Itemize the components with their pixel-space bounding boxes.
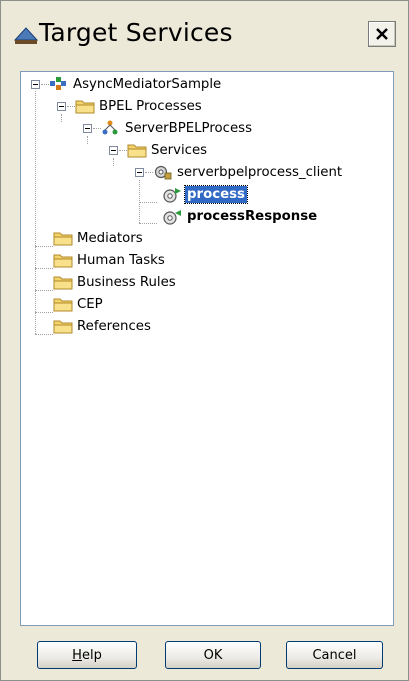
collapse-toggle[interactable] <box>57 102 66 111</box>
tree-node-business-rules[interactable]: Business Rules <box>77 274 176 291</box>
collapse-toggle[interactable] <box>135 168 144 177</box>
collapse-toggle[interactable] <box>31 80 40 89</box>
collapse-toggle[interactable] <box>83 124 92 133</box>
folder-icon <box>53 276 73 290</box>
ok-button[interactable]: OK <box>165 641 261 669</box>
tree-connector <box>145 172 153 173</box>
help-button-label: elp <box>81 647 102 663</box>
folder-icon <box>53 254 73 268</box>
tree-connector <box>35 312 36 334</box>
tree-node-process[interactable]: process <box>184 185 248 204</box>
tree-node-bpel-processes[interactable]: BPEL Processes <box>99 98 202 115</box>
close-button[interactable] <box>368 21 396 47</box>
folder-icon <box>53 320 73 334</box>
tree-connector <box>93 128 101 129</box>
folder-icon <box>75 100 95 114</box>
cancel-button-label: Cancel <box>312 647 357 663</box>
tree-node-root[interactable]: AsyncMediatorSample <box>73 76 221 93</box>
tree-connector <box>113 158 114 166</box>
tree-node-services[interactable]: Services <box>151 142 207 159</box>
tree-node-cep[interactable]: CEP <box>77 296 103 313</box>
title-bar: Target Services <box>1 1 408 63</box>
ok-button-label: OK <box>203 647 223 663</box>
folder-icon <box>127 144 147 158</box>
tree-node-references[interactable]: References <box>77 318 151 335</box>
tree-node-client[interactable]: serverbpelprocess_client <box>177 164 342 181</box>
dialog-arrow-icon <box>13 27 39 44</box>
tree-connector <box>119 150 127 151</box>
tree-node-process-response[interactable]: processResponse <box>187 208 317 225</box>
cancel-button[interactable]: Cancel <box>286 641 383 669</box>
dialog-title: Target Services <box>39 18 233 47</box>
tree-connector <box>35 91 36 320</box>
bpel-process-icon <box>102 120 118 135</box>
folder-icon <box>53 298 73 312</box>
folder-icon <box>53 232 73 246</box>
operation-gear-icon <box>163 188 181 203</box>
tree-connector <box>139 202 157 203</box>
help-button-mnemonic: H <box>72 647 82 663</box>
tree-connector <box>87 136 88 144</box>
tree-connector <box>61 114 62 122</box>
tree-node-server-process[interactable]: ServerBPELProcess <box>125 120 252 137</box>
help-button[interactable]: Help <box>37 641 137 669</box>
tree-connector <box>67 106 75 107</box>
tree-connector <box>35 268 53 269</box>
tree-connector <box>139 223 157 224</box>
operation-gear-icon <box>163 210 181 225</box>
tree-node-mediators[interactable]: Mediators <box>77 230 143 247</box>
service-gear-icon <box>154 165 172 180</box>
tree-connector <box>35 246 53 247</box>
tree-connector <box>35 312 53 313</box>
target-services-dialog: Target Services AsyncMediatorSample BPEL… <box>0 0 409 681</box>
composite-icon <box>50 77 66 90</box>
service-tree[interactable]: AsyncMediatorSample BPEL Processes Serve… <box>20 71 394 626</box>
close-icon <box>376 28 388 40</box>
tree-node-human-tasks[interactable]: Human Tasks <box>77 252 165 269</box>
tree-connector <box>35 334 53 335</box>
collapse-toggle[interactable] <box>109 146 118 155</box>
tree-connector <box>41 84 49 85</box>
tree-connector <box>35 290 53 291</box>
